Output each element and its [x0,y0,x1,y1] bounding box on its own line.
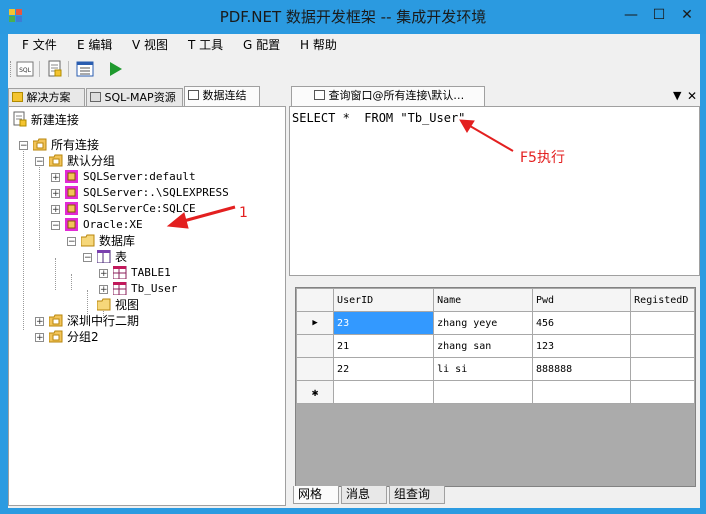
annotation-label-1: 1 [239,205,248,221]
close-button[interactable]: ✕ [674,4,700,26]
annotation-arrow-1 [166,205,236,229]
annotation-arrow-f5 [459,119,514,152]
window-title: PDF.NET 数据开发框架 -- 集成开发环境 [219,8,487,26]
annotation-layer [166,119,514,229]
annotation-label-f5: F5执行 [520,150,565,166]
minimize-button[interactable]: — [618,4,644,26]
title-bar: PDF.NET 数据开发框架 -- 集成开发环境 — ☐ ✕ [0,0,706,34]
maximize-button[interactable]: ☐ [646,4,672,26]
client-area: F 文件 E 编辑 V 视图 T 工具 G 配置 H 帮助 SQL 解决方案 S… [8,34,700,508]
